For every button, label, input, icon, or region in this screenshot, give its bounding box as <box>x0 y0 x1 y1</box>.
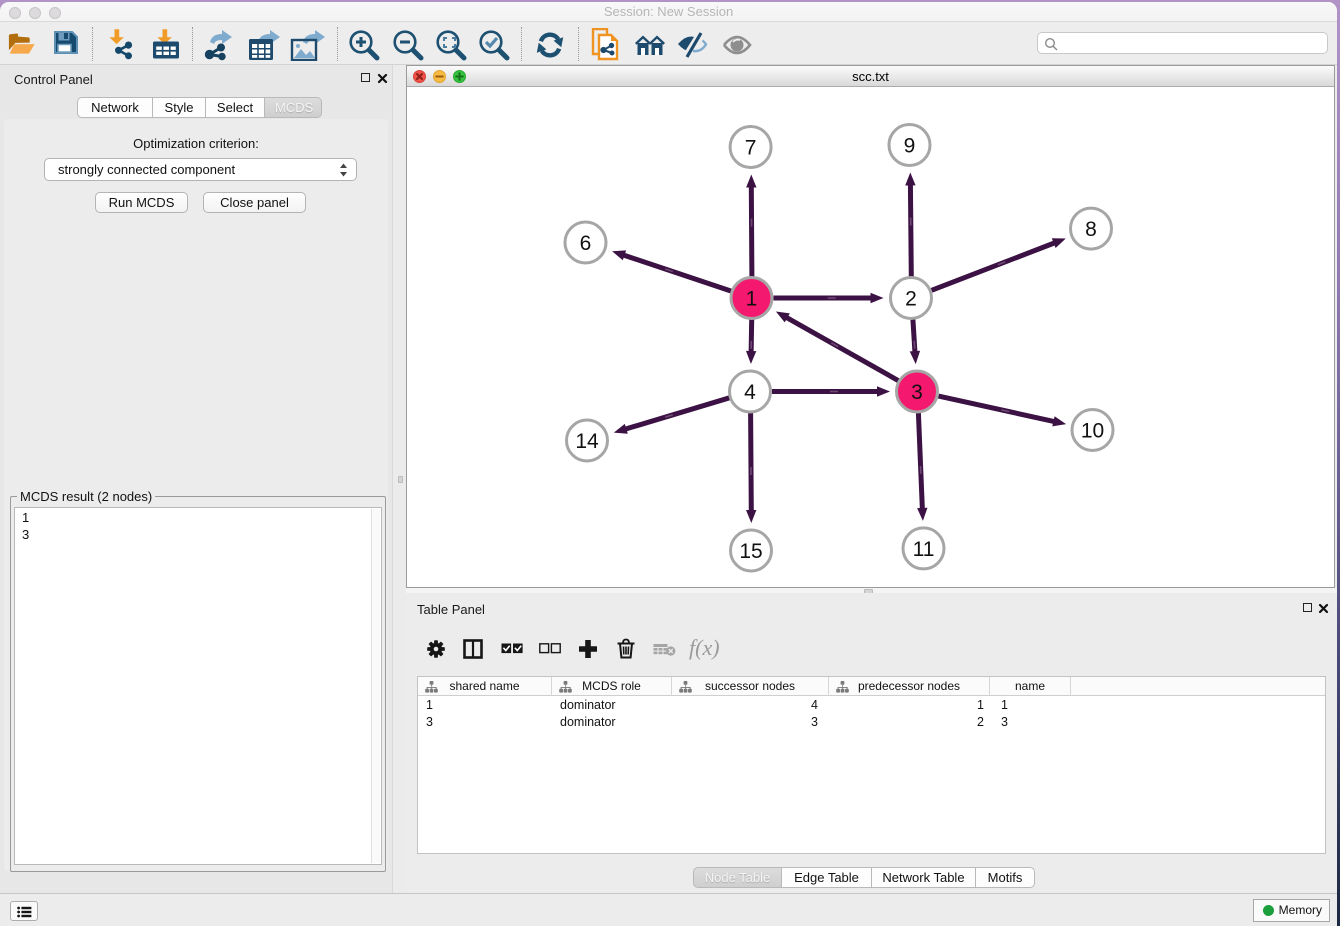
svg-text:10: 10 <box>1081 420 1104 443</box>
svg-text:8: 8 <box>1085 218 1097 241</box>
svg-text:9: 9 <box>904 135 916 158</box>
svg-text:14: 14 <box>575 430 599 453</box>
svg-text:7: 7 <box>745 137 757 160</box>
svg-text:1: 1 <box>746 288 758 311</box>
svg-text:2: 2 <box>905 288 917 311</box>
svg-text:3: 3 <box>911 381 923 404</box>
svg-text:4: 4 <box>744 381 756 404</box>
svg-text:6: 6 <box>580 232 592 255</box>
svg-text:15: 15 <box>739 540 762 563</box>
svg-text:11: 11 <box>913 538 935 561</box>
